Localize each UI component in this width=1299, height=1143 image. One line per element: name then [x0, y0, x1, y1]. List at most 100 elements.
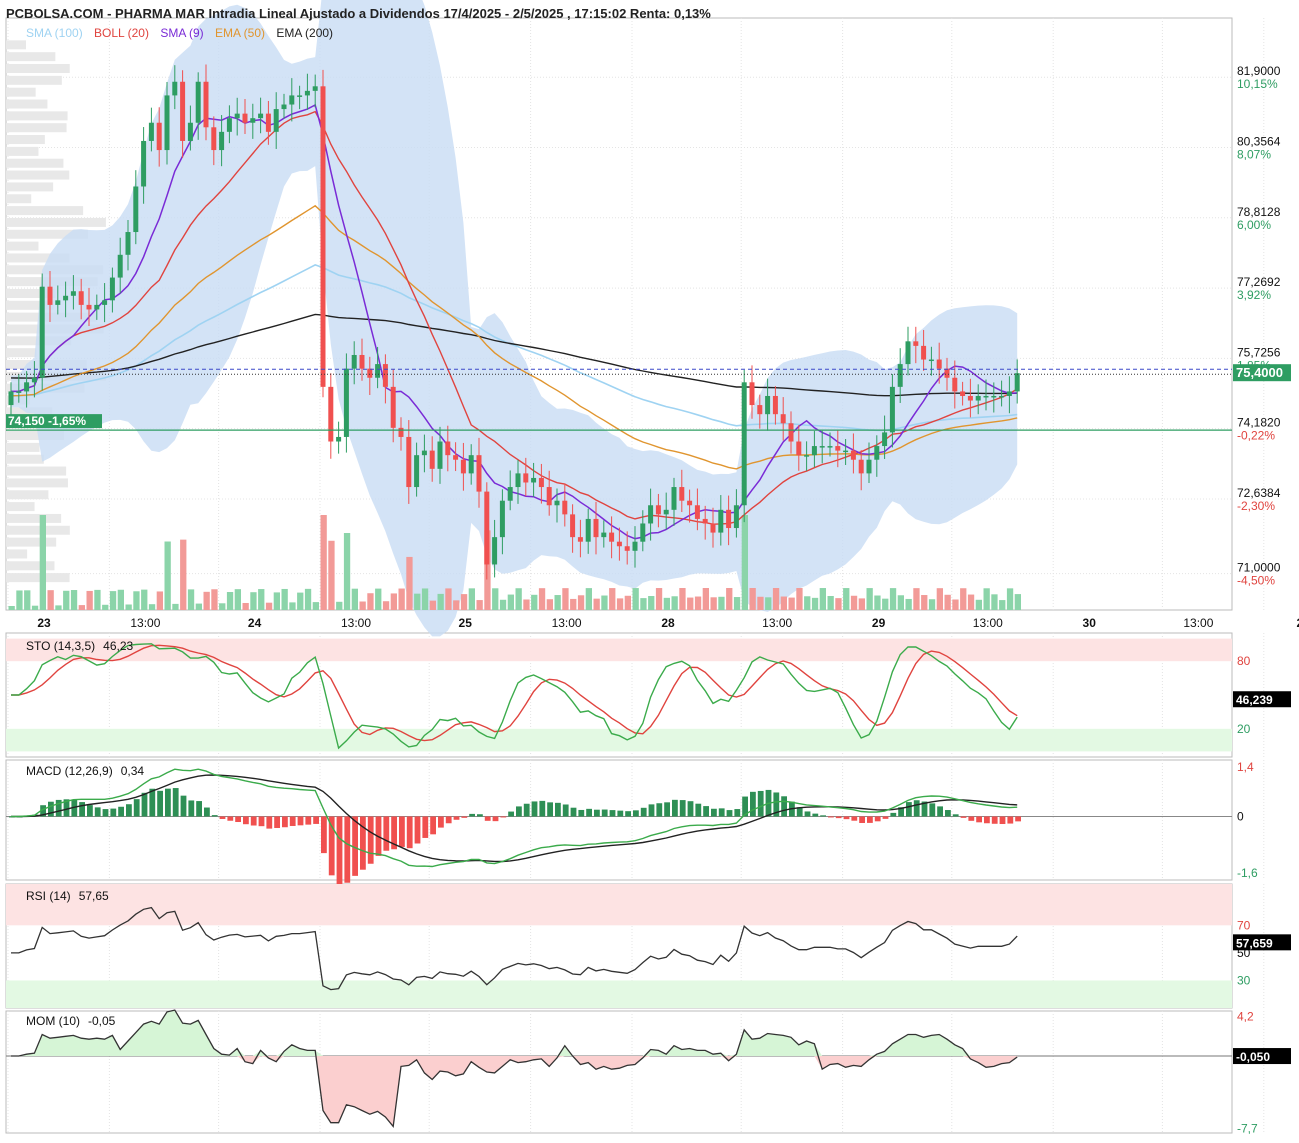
- volume-bar: [655, 588, 663, 610]
- macd-histogram-bar: [617, 810, 624, 817]
- macd-histogram-bar: [843, 816, 850, 820]
- volume-bar: [219, 603, 226, 610]
- candle-body: [195, 81, 201, 123]
- candle-body: [835, 446, 841, 451]
- volume-bar: [148, 604, 156, 610]
- candle-body: [8, 391, 14, 406]
- legend-ema50: EMA (50): [215, 26, 266, 40]
- volume-bar: [757, 596, 764, 610]
- macd-histogram-bar: [227, 816, 234, 821]
- x-tick-label: 24: [248, 616, 262, 630]
- macd-histogram-bar: [757, 790, 764, 817]
- volume-bar: [640, 598, 647, 610]
- rsi-level-label: 30: [1237, 973, 1251, 987]
- volume-bar: [453, 600, 460, 610]
- candle-body: [531, 477, 537, 483]
- macd-histogram-bar: [562, 804, 569, 817]
- volume-profile-bar: [6, 194, 32, 204]
- volume-bar: [616, 598, 624, 610]
- macd-histogram-bar: [484, 816, 491, 821]
- x-tick-label: 23: [37, 616, 51, 630]
- volume-bar: [663, 597, 670, 610]
- volume-bar: [94, 589, 101, 610]
- sto-value: 46,23: [103, 639, 134, 653]
- candle-body: [328, 386, 334, 442]
- volume-profile-bar: [6, 466, 67, 476]
- volume-bar: [141, 589, 148, 610]
- volume-bar: [63, 590, 70, 610]
- candle-body: [211, 127, 217, 151]
- candle-body: [796, 441, 802, 456]
- volume-bar: [382, 601, 390, 610]
- candle-body: [320, 86, 326, 387]
- volume-bar: [320, 515, 327, 610]
- volume-bar: [281, 588, 288, 610]
- candle-body: [172, 81, 178, 96]
- candle-body: [811, 446, 817, 456]
- candle-body: [936, 359, 942, 369]
- volume-bar: [359, 601, 366, 610]
- macd-histogram-bar: [734, 809, 741, 817]
- macd-histogram-bar: [586, 808, 592, 817]
- sto-level-label: 80: [1237, 654, 1251, 668]
- volume-bar: [102, 604, 109, 610]
- candle-body: [507, 487, 513, 501]
- macd-histogram-bar: [321, 816, 327, 854]
- x-tick-label: 13:00: [1183, 616, 1213, 630]
- macd-histogram-bar: [804, 811, 811, 817]
- volume-bar: [86, 590, 93, 610]
- volume-bar: [772, 588, 780, 610]
- macd-histogram-bar: [960, 816, 967, 818]
- candle-body: [523, 473, 529, 483]
- candle-body: [515, 473, 521, 488]
- volume-bar: [718, 596, 725, 610]
- macd-histogram-bar: [360, 816, 366, 870]
- candle-body: [991, 395, 997, 398]
- candle-body: [24, 382, 30, 392]
- rsi-level-label: 70: [1237, 918, 1251, 932]
- macd-histogram-bar: [118, 806, 124, 817]
- candle-body: [570, 514, 576, 538]
- bollinger-band: [11, 0, 1018, 637]
- candle-body: [63, 295, 69, 301]
- x-tick-label: 25: [459, 616, 473, 630]
- macd-histogram-bar: [820, 815, 826, 817]
- candle-body: [874, 446, 880, 460]
- volume-bar: [944, 594, 951, 610]
- candle-body: [718, 509, 724, 533]
- candle-body: [55, 300, 61, 305]
- volume-bar: [788, 597, 795, 610]
- macd-histogram-bar: [172, 788, 179, 817]
- volume-bar: [780, 596, 787, 610]
- volume-bar: [726, 588, 733, 610]
- volume-bar: [421, 588, 429, 610]
- candle-body: [616, 541, 622, 547]
- macd-value: 0,34: [120, 764, 145, 778]
- x-tick-label: 13:00: [130, 616, 160, 630]
- macd-histogram-bar: [609, 810, 616, 817]
- candle-body: [460, 459, 466, 474]
- volume-bar: [835, 598, 842, 610]
- macd-histogram-bar: [952, 814, 959, 817]
- volume-bar: [398, 588, 405, 610]
- candle-body: [897, 364, 903, 387]
- candle-body: [117, 254, 123, 278]
- candle-body: [125, 232, 131, 255]
- macd-histogram-bar: [438, 816, 444, 828]
- volume-bar: [70, 590, 78, 610]
- volume-bar: [921, 595, 928, 610]
- volume-profile-bar: [6, 513, 62, 523]
- macd-histogram-bar: [578, 809, 585, 817]
- volume-bar: [226, 592, 234, 610]
- y-tick-pct: -0,22%: [1237, 429, 1275, 443]
- candle-body: [234, 113, 240, 119]
- candle-body: [499, 500, 505, 538]
- macd-histogram-bar: [968, 816, 975, 821]
- volume-bar: [406, 556, 413, 610]
- volume-bar: [577, 595, 585, 610]
- volume-bar: [975, 599, 982, 610]
- volume-bar: [897, 595, 904, 610]
- candle-body: [538, 477, 544, 488]
- macd-histogram-bar: [180, 795, 187, 817]
- volume-profile-bar: [6, 206, 84, 216]
